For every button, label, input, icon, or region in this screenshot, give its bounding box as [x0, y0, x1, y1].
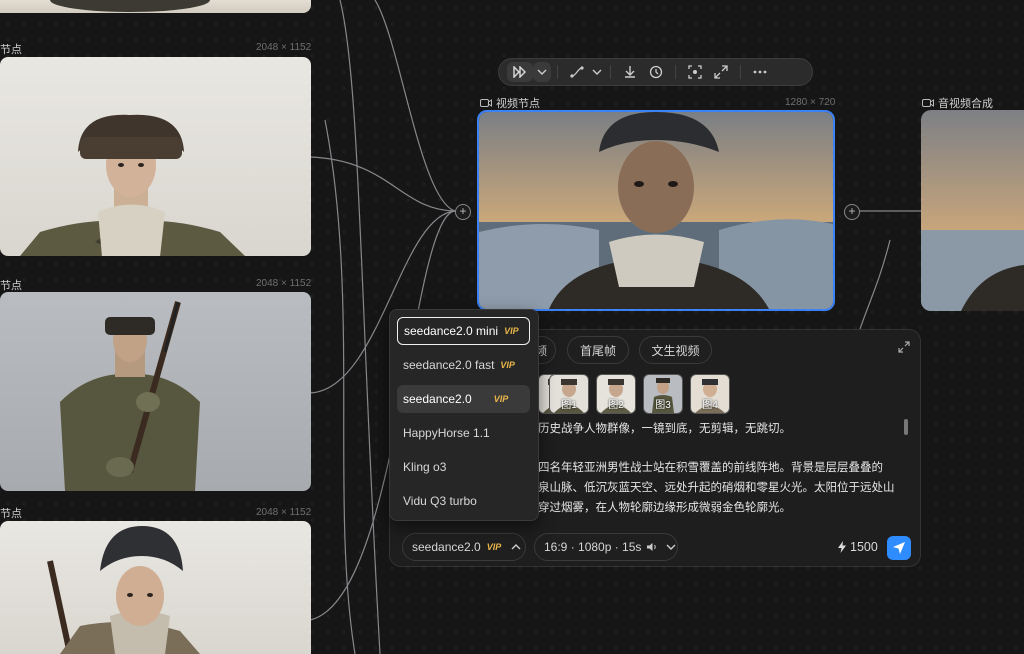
soldier-portrait-image	[47, 526, 200, 654]
play-forward-icon[interactable]	[507, 62, 533, 82]
vip-badge: VIP	[493, 394, 509, 404]
send-icon	[893, 542, 905, 554]
image-node-soldier-2[interactable]	[0, 292, 311, 491]
prompt-text-area[interactable]: 历史战争人物群像，一镜到底，无剪辑，无跳切。 四名年轻亚洲男性战士站在积雪覆盖的…	[538, 419, 908, 518]
model-option-seedance-fast[interactable]: seedance2.0 fast VIP	[397, 351, 530, 379]
video-frame-image	[479, 112, 833, 309]
focus-icon[interactable]	[682, 62, 708, 82]
prompt-line: 穿过烟雾，在人物轮廓边缘形成微弱金色轮廓光。	[538, 502, 791, 514]
prompt-line: 泉山脉、低沉灰蓝天空、远处升起的硝烟和零星火光。太阳位于远处山	[538, 482, 895, 494]
vip-badge: VIP	[500, 360, 515, 370]
expand-panel-icon[interactable]	[898, 340, 910, 358]
add-connection-right-button[interactable]: +	[844, 204, 860, 220]
download-icon[interactable]	[617, 62, 643, 82]
image-node-top[interactable]	[0, 0, 311, 13]
model-dropdown-menu: seedance2.0 mini VIP seedance2.0 fast VI…	[389, 309, 539, 521]
toolbar-divider	[557, 65, 558, 79]
model-option-label: Vidu Q3 turbo	[403, 494, 477, 508]
reference-thumb-label: 图2	[608, 400, 624, 411]
video-node-preview[interactable]	[477, 110, 835, 311]
credits-display: 1500	[838, 540, 878, 554]
add-connection-left-button[interactable]: +	[455, 204, 471, 220]
vip-badge: VIP	[504, 326, 519, 336]
tab-label: 文生视频	[651, 343, 700, 358]
image-node-size: 2048 × 1152	[256, 42, 312, 53]
video-frame-image	[921, 110, 1024, 311]
image-node-label: 节点	[0, 280, 22, 292]
image-node-soldier-1[interactable]	[0, 57, 311, 256]
model-option-seedance[interactable]: seedance2.0 VIP	[397, 385, 530, 413]
reference-thumb-4[interactable]: 图4	[690, 374, 730, 414]
scrollbar-thumb[interactable]	[904, 419, 908, 435]
toolbar-divider	[610, 65, 611, 79]
model-select[interactable]: seedance2.0 VIP	[402, 533, 526, 561]
send-button[interactable]	[887, 536, 911, 560]
reference-thumb-1[interactable]: 图1	[549, 374, 589, 414]
more-icon[interactable]	[747, 62, 773, 82]
image-node-size: 2048 × 1152	[256, 278, 312, 289]
connect-icon[interactable]	[564, 62, 590, 82]
video-camera-icon	[480, 99, 492, 107]
sound-icon	[647, 543, 657, 551]
video-settings-select[interactable]: 16:9 · 1080p · 15s	[534, 533, 678, 561]
image-node-label: 节点	[0, 44, 22, 56]
merge-node-label: 音视频合成	[938, 98, 993, 110]
reference-thumb-2[interactable]: 图2	[596, 374, 636, 414]
lightning-icon	[838, 541, 846, 553]
tab-first-last-frame[interactable]: 首尾帧	[567, 336, 629, 364]
chevron-down-icon[interactable]	[590, 62, 604, 82]
expand-icon[interactable]	[708, 62, 734, 82]
tab-label: 首尾帧	[579, 343, 616, 358]
reference-thumb-label: 图3	[655, 400, 671, 411]
image-node-soldier-3[interactable]	[0, 521, 311, 654]
history-icon[interactable]	[643, 62, 669, 82]
vip-badge: VIP	[486, 542, 502, 552]
model-option-happyhorse[interactable]: HappyHorse 1.1	[397, 419, 530, 447]
video-settings-label: 16:9 · 1080p · 15s	[544, 540, 642, 554]
soldier-rifle-image	[60, 301, 200, 491]
model-option-seedance-mini[interactable]: seedance2.0 mini VIP	[397, 317, 530, 345]
model-option-kling[interactable]: Kling o3	[397, 453, 530, 481]
toolbar-divider	[675, 65, 676, 79]
reference-thumb-label: 图1	[561, 400, 577, 411]
toolbar-divider	[740, 65, 741, 79]
image-node-size: 2048 × 1152	[256, 507, 312, 518]
soldier-portrait-image	[20, 114, 245, 256]
reference-thumb-3[interactable]: 图3	[643, 374, 683, 414]
node-toolbar	[498, 58, 813, 86]
chevron-up-icon	[511, 544, 521, 550]
prompt-line: 四名年轻亚洲男性战士站在积雪覆盖的前线阵地。背景是层层叠叠的	[538, 462, 883, 474]
video-camera-icon	[922, 99, 934, 107]
model-select-label: seedance2.0	[412, 540, 481, 554]
merge-node-header: 音视频合成	[922, 95, 993, 111]
model-option-label: Kling o3	[403, 460, 447, 474]
video-node-size: 1280 × 720	[785, 97, 836, 108]
reference-thumb-label: 图4	[702, 400, 718, 411]
chevron-down-icon[interactable]	[533, 62, 551, 82]
tab-text-to-video[interactable]: 文生视频	[639, 336, 712, 364]
image-node-label: 节点	[0, 508, 22, 520]
prompt-line: 历史战争人物群像，一镜到底，无剪辑，无跳切。	[538, 423, 791, 435]
model-option-label: seedance2.0	[403, 392, 472, 406]
model-option-vidu[interactable]: Vidu Q3 turbo	[397, 487, 530, 515]
model-option-label: seedance2.0 fast	[403, 358, 495, 372]
video-node-label: 视频节点	[496, 98, 540, 110]
chevron-down-icon	[666, 544, 676, 550]
video-node-header: 视频节点	[480, 95, 540, 111]
credits-value: 1500	[850, 540, 878, 554]
merge-node-preview[interactable]	[921, 110, 1024, 311]
model-option-label: HappyHorse 1.1	[403, 426, 490, 440]
model-option-label: seedance2.0 mini	[404, 324, 499, 338]
